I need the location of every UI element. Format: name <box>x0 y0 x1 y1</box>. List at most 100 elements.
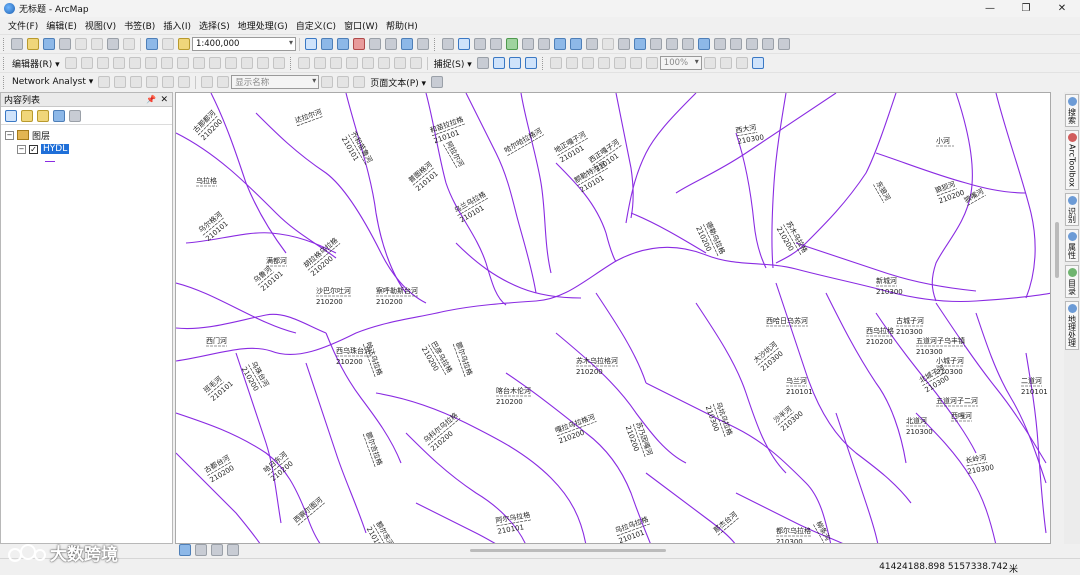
new-document-icon[interactable] <box>11 38 23 50</box>
menu-bookmarks[interactable]: 书签(B) <box>120 19 159 32</box>
data-view-icon[interactable] <box>179 544 191 556</box>
fix-topology-icon[interactable] <box>393 57 406 69</box>
dock-tab-identify[interactable]: 识别 <box>1065 192 1079 226</box>
shared-features-icon[interactable] <box>345 57 358 69</box>
toolbar-grip[interactable] <box>289 56 293 70</box>
model-builder-icon[interactable] <box>401 38 413 50</box>
layer-name-label[interactable]: HYDL <box>41 144 70 154</box>
end-snapping-icon[interactable] <box>492 57 505 69</box>
editor-toolbar-icon[interactable] <box>305 38 317 50</box>
table-of-contents-icon[interactable] <box>321 38 333 50</box>
layer-row-hydl[interactable]: − ✓ HYDL <box>5 142 172 156</box>
identify-icon[interactable] <box>634 38 646 50</box>
menu-windows[interactable]: 窗口(W) <box>340 19 382 32</box>
fixed-zoom-out-icon[interactable] <box>538 38 550 50</box>
layout-view-icon[interactable] <box>195 544 207 556</box>
copy-icon[interactable] <box>91 38 103 50</box>
next-page-icon[interactable] <box>321 76 334 88</box>
list-by-selection-icon[interactable] <box>53 109 65 122</box>
pan-hand-icon[interactable] <box>490 38 502 50</box>
create-viewer-icon[interactable] <box>762 38 774 50</box>
sketch-properties-icon[interactable] <box>256 57 269 69</box>
edit-tool-icon[interactable] <box>64 57 77 69</box>
point-snapping-icon[interactable] <box>476 57 489 69</box>
select-move-location-icon[interactable] <box>130 76 143 88</box>
toc-options-icon[interactable] <box>69 109 81 122</box>
straight-segment-icon[interactable] <box>96 57 109 69</box>
paste-icon[interactable] <box>107 38 119 50</box>
time-slider-icon[interactable] <box>746 38 758 50</box>
dock-tab-search[interactable]: 搜索 <box>1065 94 1079 127</box>
measure-icon[interactable] <box>682 38 694 50</box>
go-to-xy-icon[interactable] <box>730 38 742 50</box>
delete-icon[interactable] <box>123 38 135 50</box>
error-inspector-icon[interactable] <box>409 57 422 69</box>
focus-data-frame-icon[interactable] <box>719 57 732 69</box>
dock-tab-geoprocessing[interactable]: 地理处理 <box>1065 300 1079 350</box>
toolbar-grip[interactable] <box>541 56 545 70</box>
zoom-100-icon[interactable] <box>613 57 626 69</box>
minimize-button[interactable]: — <box>972 0 1008 17</box>
maximize-button[interactable]: ❐ <box>1008 0 1044 17</box>
river-legend-symbol[interactable] <box>45 161 55 162</box>
vertex-snapping-icon[interactable] <box>508 57 521 69</box>
horizontal-scrollbar-thumb[interactable] <box>470 549 666 552</box>
close-button[interactable]: ✕ <box>1044 0 1080 17</box>
last-page-icon[interactable] <box>337 76 350 88</box>
display-name-combo[interactable]: 显示名称 <box>231 75 320 89</box>
hyperlink-icon[interactable] <box>650 38 662 50</box>
scrollbar-thumb[interactable] <box>1055 222 1059 278</box>
data-driven-pages-icon[interactable] <box>751 57 764 69</box>
menu-help[interactable]: 帮助(H) <box>382 19 422 32</box>
directions-icon[interactable] <box>162 76 175 88</box>
undo-icon[interactable] <box>146 38 158 50</box>
full-extent-icon[interactable] <box>442 38 454 50</box>
html-popup-icon[interactable] <box>666 38 678 50</box>
menu-geoprocessing[interactable]: 地理处理(G) <box>234 19 292 32</box>
first-page-icon[interactable] <box>201 76 214 88</box>
river-map-canvas[interactable]: 古那都河210200达拉尔河齐和苗鲁河210101和苗拉拉格210101阿拉尔河… <box>176 93 1051 544</box>
forward-arrow-icon[interactable] <box>570 38 582 50</box>
point-icon[interactable] <box>144 57 157 69</box>
network-analyst-menu[interactable]: Network Analyst ▾ <box>12 77 93 87</box>
validate-topology-icon[interactable] <box>377 57 390 69</box>
map-scale-combo[interactable]: 1:400,000 <box>192 37 296 51</box>
map-vertical-scrollbar[interactable] <box>1052 92 1062 544</box>
menu-file[interactable]: 文件(F) <box>4 19 42 32</box>
network-dataset-icon[interactable] <box>98 76 111 88</box>
reshape-icon[interactable] <box>176 57 189 69</box>
dock-tab-attributes[interactable]: 属性 <box>1065 228 1079 262</box>
map-topology-icon[interactable] <box>313 57 326 69</box>
create-features-icon[interactable] <box>272 57 285 69</box>
editor-menu[interactable]: 编辑器(R) ▾ <box>12 57 60 70</box>
toggle-draft-mode-icon[interactable] <box>703 57 716 69</box>
attributes-icon[interactable] <box>240 57 253 69</box>
redo-icon[interactable] <box>162 38 174 50</box>
map-view[interactable]: 古那都河 210200 达拉尔河 齐和苗鲁河 210101 和苗拉拉格 210101 阿拉尔河… <box>175 92 1051 544</box>
select-features-icon[interactable] <box>586 38 598 50</box>
construct-features-icon[interactable] <box>361 57 374 69</box>
python-window-icon[interactable] <box>385 38 397 50</box>
cut-icon[interactable] <box>75 38 87 50</box>
zoom-in-icon[interactable] <box>458 38 470 50</box>
open-folder-icon[interactable] <box>27 38 39 50</box>
select-elements-icon[interactable] <box>618 38 630 50</box>
globe-icon[interactable] <box>506 38 518 50</box>
toolbar-grip[interactable] <box>434 37 437 51</box>
refresh-view-icon[interactable] <box>211 544 223 556</box>
topology-icon[interactable] <box>297 57 310 69</box>
layout-pan-icon[interactable] <box>581 57 594 69</box>
previous-page-icon[interactable] <box>217 76 230 88</box>
save-icon[interactable] <box>43 38 55 50</box>
zoom-whole-page-icon[interactable] <box>597 57 610 69</box>
snapping-menu[interactable]: 捕捉(S) ▾ <box>434 57 472 70</box>
find-binoculars-icon[interactable] <box>698 38 710 50</box>
layout-forward-icon[interactable] <box>645 57 658 69</box>
change-layout-icon[interactable] <box>735 57 748 69</box>
catalog-window-icon[interactable] <box>337 38 349 50</box>
collapse-icon[interactable]: − <box>5 130 14 140</box>
search-window-icon[interactable] <box>353 38 365 50</box>
trace-icon[interactable] <box>128 57 141 69</box>
edge-snapping-icon[interactable] <box>524 57 537 69</box>
menu-edit[interactable]: 编辑(E) <box>42 19 81 32</box>
